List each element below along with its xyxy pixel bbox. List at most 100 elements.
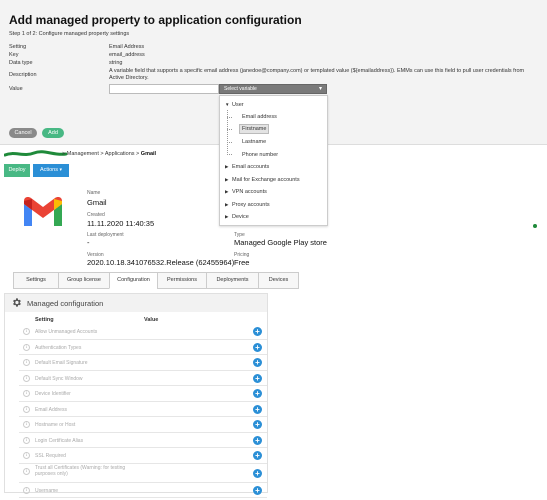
dropdown-item-firstname[interactable]: Firstname xyxy=(239,124,270,134)
collapsed-arrow-icon: ▶ xyxy=(225,164,229,169)
select-variable-label: Select variable xyxy=(224,86,257,92)
config-row: i Authentication Types + xyxy=(19,340,267,355)
info-icon[interactable]: i xyxy=(23,436,30,444)
variable-dropdown-panel: ▼ User Email address Firstname Lastname P… xyxy=(219,95,328,226)
tab-configuration[interactable]: Configuration xyxy=(109,272,158,289)
info-icon[interactable]: i xyxy=(23,343,30,351)
caret-down-icon: ▾ xyxy=(318,86,322,92)
created-value: 11.11.2020 11:40:35 xyxy=(87,219,155,228)
config-row-label: Authentication Types xyxy=(35,344,82,351)
info-icon[interactable]: i xyxy=(23,486,30,494)
config-row-label: Allow Unmanaged Accounts xyxy=(35,329,98,335)
add-property-icon[interactable]: + xyxy=(253,435,262,445)
add-property-icon[interactable]: + xyxy=(253,404,262,414)
info-icon[interactable]: i xyxy=(23,374,30,382)
info-icon[interactable]: i xyxy=(23,452,30,459)
add-property-icon[interactable]: + xyxy=(253,389,262,399)
key-value: email_address xyxy=(109,52,145,58)
info-icon[interactable]: i xyxy=(23,467,30,475)
pricing-value: Free xyxy=(234,258,250,267)
config-row: i Hostname or Host + xyxy=(19,417,267,433)
breadcrumb: > Management > Applications > Gmail xyxy=(62,151,156,157)
tree-branch xyxy=(227,117,233,118)
dropdown-item-email-address[interactable]: Email address xyxy=(242,114,277,120)
redaction-scribble xyxy=(4,150,68,157)
value-label: Value xyxy=(9,86,23,92)
config-row-label: Email Address xyxy=(35,406,67,413)
dialog-title: Add managed property to application conf… xyxy=(9,13,302,27)
value-input[interactable] xyxy=(109,84,219,94)
config-row: i Allow Unmanaged Accounts + xyxy=(19,324,267,340)
status-dot xyxy=(533,224,537,228)
name-value: Gmail xyxy=(87,198,107,207)
collapsed-arrow-icon: ▶ xyxy=(225,214,229,219)
config-row: i Trust all Certificates (Warning: for te… xyxy=(19,464,267,483)
screen: Add managed property to application conf… xyxy=(0,0,547,500)
dropdown-group-vpn-accounts[interactable]: ▶ VPN accounts xyxy=(225,189,267,195)
config-row: i Default Email Signature + xyxy=(19,355,267,371)
tree-branch xyxy=(227,154,233,155)
config-row: i Email Address + xyxy=(19,402,267,417)
add-property-icon[interactable]: + xyxy=(253,342,262,352)
dropdown-group-mail-for-exchange[interactable]: ▶ Mail for Exchange accounts xyxy=(225,177,300,183)
tab-devices[interactable]: Devices xyxy=(258,272,299,289)
dropdown-group-email-accounts[interactable]: ▶ Email accounts xyxy=(225,164,269,170)
breadcrumb-applications[interactable]: Applications xyxy=(105,151,135,157)
tab-settings[interactable]: Settings xyxy=(13,272,59,289)
info-icon[interactable]: i xyxy=(23,359,30,366)
datatype-value: string xyxy=(109,60,123,66)
info-icon[interactable]: i xyxy=(23,421,30,428)
last-deployment-label: Last deployment xyxy=(87,232,124,238)
tree-branch xyxy=(227,142,233,143)
config-row-label: Device Identifier xyxy=(35,391,71,397)
add-property-icon[interactable]: + xyxy=(253,468,262,478)
column-setting: Setting xyxy=(35,317,54,323)
cancel-button[interactable]: Cancel xyxy=(9,128,37,138)
config-row-label: Default Sync Window xyxy=(35,375,83,382)
config-row-label: Default Email Signature xyxy=(35,360,88,366)
config-row: i Device Identifier + xyxy=(19,386,267,402)
gmail-logo xyxy=(24,197,62,226)
dropdown-group-device[interactable]: ▶ Device xyxy=(225,214,249,220)
description-label: Description xyxy=(9,72,37,78)
config-row-label: Login Certificate Alias xyxy=(35,437,84,444)
config-row-label: Username xyxy=(35,487,59,494)
info-icon[interactable]: i xyxy=(23,390,30,397)
tree-branch xyxy=(227,129,233,130)
tab-permissions[interactable]: Permissions xyxy=(157,272,207,289)
dropdown-item-phone-number[interactable]: Phone number xyxy=(242,152,278,158)
info-icon[interactable]: i xyxy=(23,405,30,413)
add-property-icon[interactable]: + xyxy=(253,373,262,383)
dropdown-item-lastname[interactable]: Lastname xyxy=(242,139,266,145)
add-property-icon[interactable]: + xyxy=(253,420,262,430)
add-property-icon[interactable]: + xyxy=(253,485,262,495)
config-row: i Login Certificate Alias + xyxy=(19,433,267,448)
deploy-button[interactable]: Deploy xyxy=(4,164,30,177)
tab-deployments[interactable]: Deployments xyxy=(206,272,259,289)
add-property-icon[interactable]: + xyxy=(253,358,262,368)
dropdown-group-user[interactable]: ▼ User xyxy=(225,102,244,108)
datatype-label: Data type xyxy=(9,60,33,66)
dropdown-group-proxy-accounts[interactable]: ▶ Proxy accounts xyxy=(225,202,270,208)
column-value: Value xyxy=(144,317,159,323)
setting-value: Email Address xyxy=(109,44,145,50)
last-deployment-value: - xyxy=(87,238,90,247)
dialog-step: Step 1 of 2: Configure managed property … xyxy=(9,31,130,37)
description-value: A variable field that supports a specifi… xyxy=(109,68,525,81)
add-button[interactable]: Add xyxy=(42,128,64,138)
select-variable-dropdown[interactable]: Select variable ▾ xyxy=(219,84,327,94)
config-row-label: Hostname or Host xyxy=(35,422,76,428)
breadcrumb-current: Gmail xyxy=(140,151,157,157)
info-icon[interactable]: i xyxy=(23,328,30,335)
add-property-icon[interactable]: + xyxy=(253,451,262,461)
collapsed-arrow-icon: ▶ xyxy=(225,202,229,207)
tab-group-license[interactable]: Group license xyxy=(58,272,110,289)
config-row: i Default Sync Window + xyxy=(19,371,267,386)
breadcrumb-management[interactable]: Management xyxy=(67,151,99,157)
add-property-icon[interactable]: + xyxy=(253,327,262,337)
actions-button[interactable]: Actions ▾ xyxy=(33,164,69,177)
actions-label: Actions xyxy=(39,167,58,173)
setting-label: Setting xyxy=(9,44,27,50)
managed-configuration-panel: Managed configuration Setting Value i All… xyxy=(4,293,268,498)
collapsed-arrow-icon: ▶ xyxy=(225,177,229,182)
